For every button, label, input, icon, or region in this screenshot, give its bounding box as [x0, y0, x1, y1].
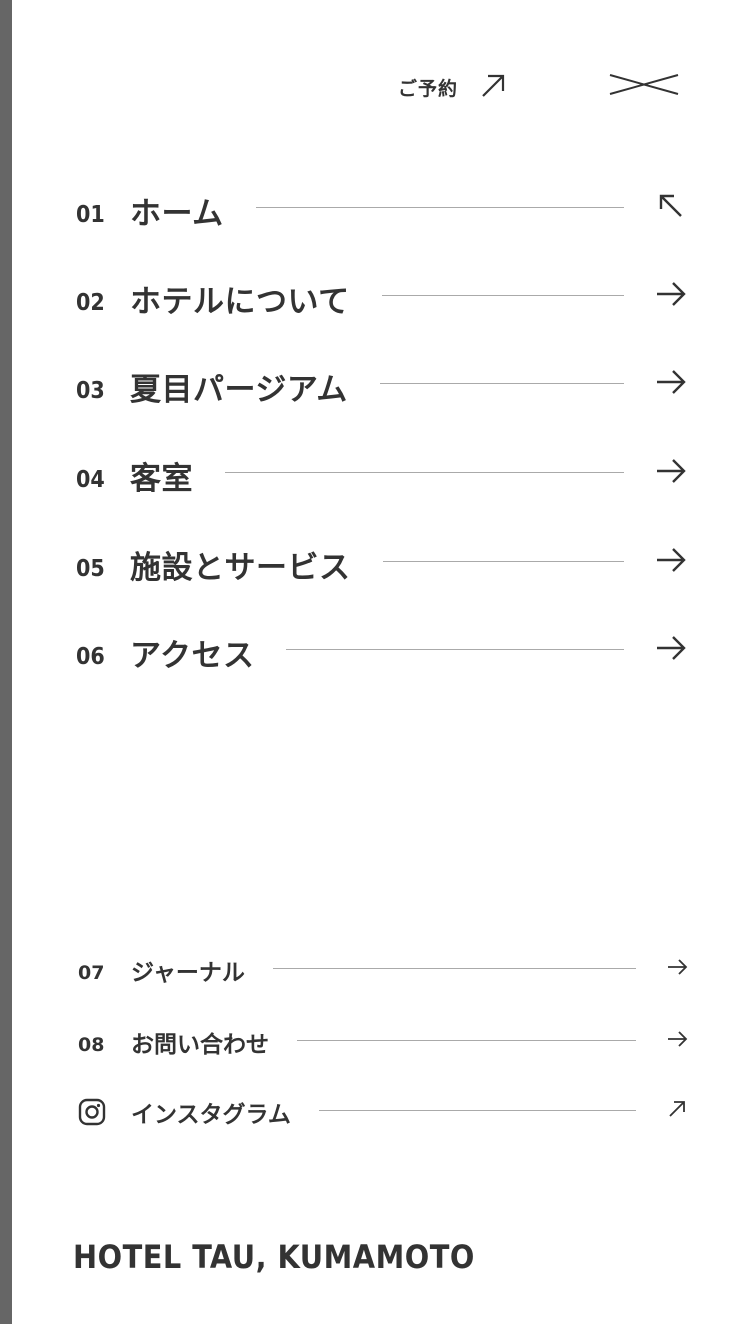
nav-item-label: 施設とサービス — [130, 549, 351, 586]
nav-item-label: インスタグラム — [131, 1102, 291, 1128]
arrow-right-icon — [668, 959, 688, 975]
instagram-icon-wrap — [78, 1098, 131, 1126]
arrow-up-right-icon — [669, 1101, 685, 1117]
nav-divider-line — [255, 206, 624, 208]
nav-item-home[interactable]: 01 ホーム — [76, 190, 688, 232]
nav-item-label: アクセス — [130, 637, 255, 674]
nav-item-number: 06 — [76, 644, 105, 670]
nav-item-label: ホテルについて — [130, 283, 350, 320]
nav-item-access[interactable]: 06 アクセス — [76, 632, 688, 674]
nav-item-contact[interactable]: 08 お問い合わせ — [78, 1026, 688, 1058]
arrow-right-icon — [657, 548, 686, 572]
arrow-right-icon — [657, 459, 686, 483]
nav-divider-line — [381, 294, 624, 296]
arrow-up-right-icon — [482, 74, 505, 97]
nav-item-number: 04 — [76, 467, 105, 493]
brand-name: HOTEL TAU, KUMAMOTO — [73, 1238, 475, 1276]
nav-item-label: 夏目パージアム — [130, 371, 348, 408]
nav-divider-line — [318, 1109, 636, 1111]
nav-item-number: 02 — [76, 290, 105, 316]
nav-divider-line — [297, 1039, 636, 1041]
nav-divider-line — [225, 471, 624, 473]
menu-page: ご予約 01 ホーム 02 ホテルについて 03 夏目パージアム 04 客室 0… — [0, 0, 754, 1324]
nav-item-facilities[interactable]: 05 施設とサービス — [76, 544, 688, 586]
arrow-up-left-icon — [659, 194, 682, 217]
nav-item-number: 05 — [76, 556, 105, 582]
nav-item-instagram[interactable]: インスタグラム — [78, 1096, 688, 1128]
arrow-right-icon — [668, 1031, 688, 1047]
nav-item-label: お問い合わせ — [131, 1032, 269, 1058]
nav-item-number: 01 — [76, 202, 105, 228]
arrow-right-icon — [657, 370, 686, 394]
nav-item-museum[interactable]: 03 夏目パージアム — [76, 366, 688, 408]
left-edge-strip — [0, 0, 12, 1324]
nav-divider-line — [382, 560, 624, 562]
nav-item-number: 07 — [78, 962, 105, 984]
nav-item-about[interactable]: 02 ホテルについて — [76, 278, 688, 320]
close-icon — [609, 74, 679, 95]
nav-item-label: ホーム — [130, 195, 224, 232]
nav-item-rooms[interactable]: 04 客室 — [76, 455, 688, 497]
close-button[interactable] — [608, 72, 680, 98]
nav-item-number: 08 — [78, 1034, 105, 1056]
nav-item-number: 03 — [76, 378, 105, 404]
arrow-right-icon — [657, 636, 686, 660]
instagram-icon — [78, 1098, 106, 1126]
reserve-label: ご予約 — [398, 78, 459, 100]
nav-item-label: 客室 — [130, 460, 193, 497]
reserve-link[interactable]: ご予約 — [398, 70, 506, 101]
arrow-right-icon — [657, 282, 686, 306]
nav-item-label: ジャーナル — [131, 960, 245, 986]
nav-divider-line — [286, 648, 624, 650]
nav-divider-line — [379, 382, 624, 384]
nav-divider-line — [272, 967, 636, 969]
nav-item-journal[interactable]: 07 ジャーナル — [78, 954, 688, 986]
